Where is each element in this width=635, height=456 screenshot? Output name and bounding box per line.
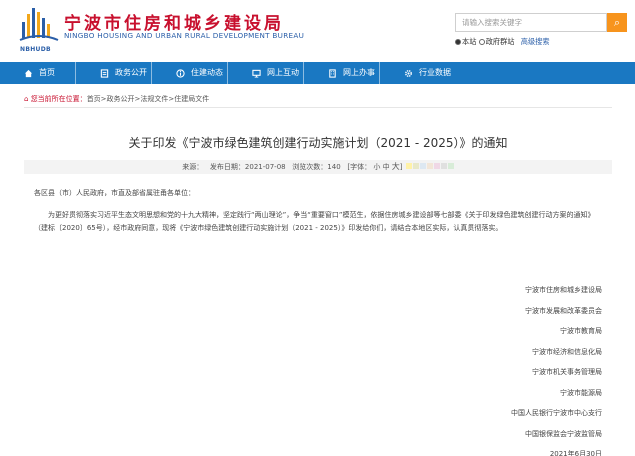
nav-item-label: 政务公开 (115, 68, 147, 77)
site-subtitle: NINGBO HOUSING AND URBAN RURAL DEVELOPME… (64, 31, 305, 40)
advanced-search-link[interactable]: 高级搜索 (521, 37, 550, 46)
search-scope: 本站 政府群站 高级搜索 (455, 37, 550, 47)
breadcrumb: ⌂ 您当前所在位置：首页>政务公开>法规文件>住建局文件 (24, 94, 612, 108)
nav-item-label: 首页 (39, 68, 55, 77)
font-size-close: ] (399, 163, 403, 171)
views-label: 浏览次数： (292, 163, 328, 171)
nav-divider (151, 62, 152, 84)
nav-divider (75, 62, 76, 84)
font-large-button[interactable]: 大 (392, 162, 400, 171)
logo-abbrev: NBHUDB (20, 46, 51, 53)
signer: 宁波市经济和信息化局 (532, 347, 602, 356)
font-size-label: [字体： (347, 163, 372, 171)
nav-divider (303, 62, 304, 84)
gear-icon (405, 69, 412, 77)
signers-block: 宁波市住房和城乡建设局 宁波市发展和改革委员会 宁波市教育局 宁波市经济和信息化… (511, 280, 602, 456)
article-meta: 来源： 发布日期：2021-07-08 浏览次数：140 [字体： 小 中 大] (24, 160, 612, 174)
nav-item-news[interactable]: 住建动态 (152, 62, 227, 84)
breadcrumb-path[interactable]: 首页>政务公开>法规文件>住建局文件 (87, 95, 210, 103)
nav-item-government-affairs[interactable]: 政务公开 (76, 62, 151, 84)
document-icon (100, 68, 109, 78)
view-count: 140 (327, 163, 341, 171)
article-body: 各区县（市）人民政府，市直及部省属驻甬各单位： 为更好贯彻落实习近平生态文明思想… (34, 187, 604, 235)
signer: 中国银保监会宁波监管局 (525, 429, 602, 438)
scope-this-site-label[interactable]: 本站 (462, 37, 476, 46)
bg-color-swatch[interactable] (405, 163, 412, 169)
site-header: NBHUDB 宁波市住房和城乡建设局 NINGBO HOUSING AND UR… (0, 0, 635, 62)
addressee: 各区县（市）人民政府，市直及部省属驻甬各单位： (34, 189, 195, 197)
scope-group-label[interactable]: 政府群站 (486, 37, 515, 46)
bureau-logo-icon[interactable] (18, 4, 60, 44)
bg-color-swatch[interactable] (426, 163, 433, 169)
date-label: 发布日期： (209, 163, 245, 171)
nav-item-label: 网上互动 (267, 68, 299, 77)
font-medium-button[interactable]: 中 (383, 163, 390, 171)
font-small-button[interactable]: 小 (373, 163, 380, 171)
nav-item-label: 行业数据 (419, 68, 451, 77)
nav-divider (227, 62, 228, 84)
main-nav: 首页 政务公开 住建动态 网上互动 网上办事 行业数据 (0, 62, 635, 84)
bg-color-swatch[interactable] (440, 163, 447, 169)
bg-color-swatch[interactable] (447, 163, 454, 169)
nav-item-industry-data[interactable]: 行业数据 (380, 62, 455, 84)
signer: 中国人民银行宁波市中心支行 (511, 409, 602, 417)
article-title: 关于印发《宁波市绿色建筑创建行动实施计划（2021 - 2025）》的通知 (128, 136, 508, 150)
article: 关于印发《宁波市绿色建筑创建行动实施计划（2021 - 2025）》的通知 来源… (24, 110, 612, 456)
signer: 宁波市发展和改革委员会 (525, 306, 602, 315)
scope-group-radio[interactable] (478, 39, 485, 45)
nav-item-interaction[interactable]: 网上互动 (228, 62, 303, 84)
signing-date: 2021年6月30日 (549, 450, 602, 456)
search-button[interactable]: ⌕ (607, 13, 627, 32)
search-input[interactable]: 请输入搜索关键字 (455, 13, 607, 32)
nav-item-online-services[interactable]: 网上办事 (304, 62, 379, 84)
bg-color-swatch[interactable] (412, 163, 419, 169)
nav-item-label: 网上办事 (343, 68, 375, 77)
bg-color-swatch[interactable] (419, 163, 426, 169)
info-icon (176, 68, 185, 78)
publish-date: 2021-07-08 (244, 163, 286, 171)
nav-divider (379, 62, 380, 84)
signer: 宁波市教育局 (560, 327, 602, 335)
search-icon: ⌕ (613, 16, 621, 29)
nav-item-label: 住建动态 (191, 68, 223, 77)
body-paragraph: 为更好贯彻落实习近平生态文明思想和党的十九大精神，坚定践行“两山理论”，争当“重… (34, 211, 595, 232)
signer: 宁波市能源局 (560, 388, 602, 397)
nav-item-home[interactable]: 首页 (0, 62, 75, 84)
scope-this-site-radio[interactable] (455, 39, 461, 45)
breadcrumb-prefix: 您当前所在位置： (30, 95, 87, 103)
location-icon: ⌂ (24, 95, 29, 103)
monitor-icon (252, 69, 261, 78)
building-icon (329, 68, 336, 78)
signer: 宁波市机关事务管理局 (532, 368, 602, 376)
home-icon (24, 69, 33, 77)
bg-color-swatch[interactable] (433, 163, 440, 169)
signer: 宁波市住房和城乡建设局 (525, 286, 602, 294)
source-label: 来源： (182, 163, 204, 171)
